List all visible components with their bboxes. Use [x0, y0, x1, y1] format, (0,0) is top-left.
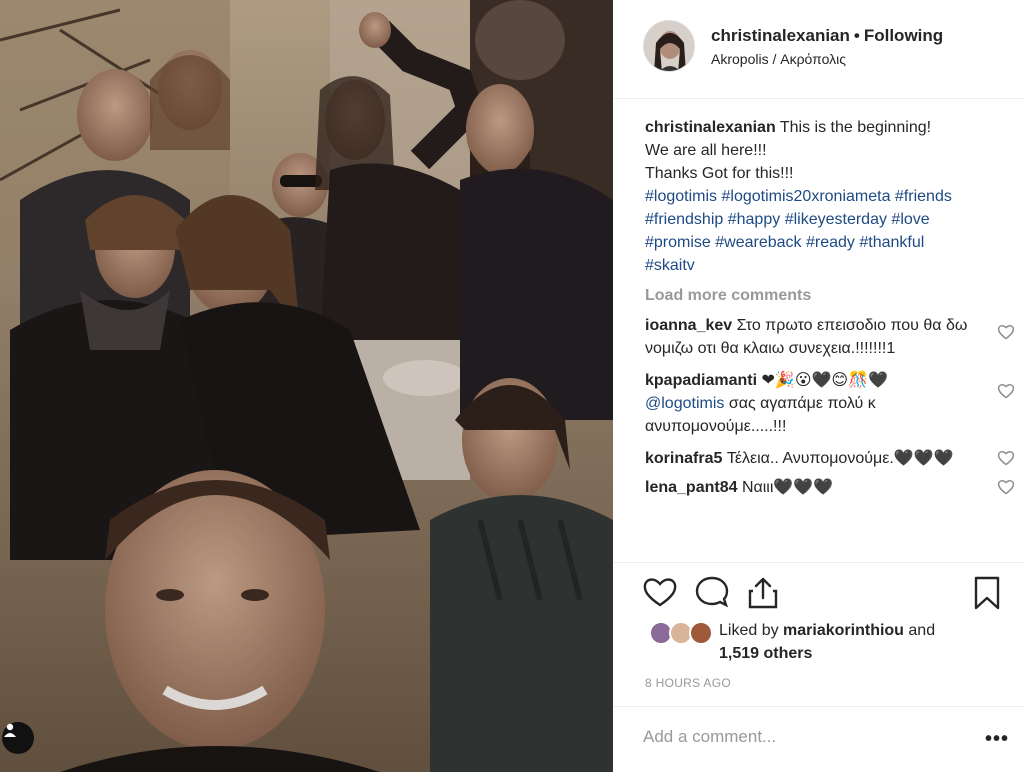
- hashtag-link[interactable]: #promise: [645, 234, 711, 251]
- person-tag-icon: [4, 723, 16, 737]
- add-comment-input[interactable]: [643, 722, 963, 752]
- hashtag-link[interactable]: #thankful: [859, 234, 924, 251]
- comments-list: christinalexanian This is the beginning!…: [645, 116, 1015, 499]
- hashtag-link[interactable]: #likeyesterday: [785, 211, 887, 228]
- comment-item: korinafra5 Τέλεια.. Ανυπομονούμε.🖤🖤🖤: [645, 447, 1015, 470]
- hashtag-link[interactable]: #friends: [895, 188, 952, 205]
- post-photo[interactable]: [0, 0, 613, 772]
- divider: [613, 98, 1024, 99]
- hashtag-link[interactable]: #logotimis: [645, 188, 717, 205]
- comment-username[interactable]: lena_pant84: [645, 479, 737, 496]
- comment-emoji: ❤🎉😮🖤😊🎊🖤: [761, 372, 888, 389]
- comment-like-heart-icon[interactable]: [997, 479, 1015, 495]
- header-username-row: christinalexanian • Following: [711, 26, 943, 46]
- load-more-comments-button[interactable]: Load more comments: [645, 287, 1015, 305]
- divider: [613, 706, 1024, 707]
- comment-like-heart-icon[interactable]: [997, 383, 1015, 399]
- likes-others-link[interactable]: 1,519 others: [719, 645, 812, 662]
- likes-prefix: Liked by: [719, 622, 779, 639]
- post-timestamp[interactable]: 8 HOURS AGO: [645, 676, 731, 690]
- likes-summary: Liked by mariakorinthiou and 1,519 other…: [649, 619, 1009, 669]
- comment-text: Ναιιι🖤🖤🖤: [741, 479, 834, 496]
- hashtag-link[interactable]: #friendship: [645, 211, 723, 228]
- speech-bubble-icon[interactable]: [695, 576, 729, 608]
- profile-photo-icon: [644, 21, 694, 71]
- comment-username[interactable]: ioanna_kev: [645, 317, 732, 334]
- hashtag-link[interactable]: #happy: [728, 211, 781, 228]
- comment-item: kpapadiamanti ❤🎉😮🖤😊🎊🖤 @logotimis σας αγα…: [645, 369, 1015, 438]
- post-action-bar: [643, 576, 1005, 612]
- comment-username[interactable]: kpapadiamanti: [645, 372, 757, 389]
- comment-like-heart-icon[interactable]: [997, 450, 1015, 466]
- hashtag-link[interactable]: #love: [891, 211, 929, 228]
- hashtag-link[interactable]: #logotimis20xroniameta: [721, 188, 890, 205]
- caption-line-1: This is the beginning!: [779, 119, 932, 136]
- hashtag-link[interactable]: #weareback: [715, 234, 801, 251]
- caption-line-3: Thanks Got for this!!!: [645, 165, 794, 182]
- post-header: christinalexanian • Following Akropolis / …: [643, 18, 995, 78]
- post-location[interactable]: Akropolis / Ακρόπολις: [711, 51, 846, 67]
- heart-icon[interactable]: [643, 576, 677, 608]
- hashtag-link[interactable]: #ready: [806, 234, 855, 251]
- caption-username[interactable]: christinalexanian: [645, 119, 776, 136]
- liker-username[interactable]: mariakorinthiou: [783, 622, 904, 639]
- more-options-button[interactable]: •••: [985, 728, 1009, 751]
- liker-avatar[interactable]: [689, 621, 713, 645]
- likes-joiner: and: [908, 622, 936, 639]
- follow-status-button[interactable]: Following: [864, 26, 943, 45]
- bookmark-icon[interactable]: [973, 576, 1001, 610]
- comment-item: lena_pant84 Ναιιι🖤🖤🖤: [645, 476, 1015, 499]
- avatar[interactable]: [643, 20, 695, 72]
- likes-text: Liked by mariakorinthiou and 1,519 other…: [719, 619, 1009, 665]
- separator-dot: •: [853, 26, 860, 45]
- post-side-panel: christinalexanian • Following Akropolis / …: [613, 0, 1024, 772]
- share-icon[interactable]: [747, 576, 779, 610]
- post-caption: christinalexanian This is the beginning!…: [645, 116, 1015, 277]
- comment-username[interactable]: korinafra5: [645, 450, 722, 467]
- caption-line-2: We are all here!!!: [645, 142, 767, 159]
- comment-item: ioanna_kev Στο πρωτο επεισοδιο που θα δω…: [645, 314, 1015, 360]
- comment-text: Τέλεια.. Ανυπομονούμε.🖤🖤🖤: [726, 450, 954, 467]
- group-selfie-photo: [0, 0, 613, 772]
- tagged-people-button[interactable]: [2, 722, 34, 754]
- post-author-username[interactable]: christinalexanian: [711, 26, 850, 45]
- comment-like-heart-icon[interactable]: [997, 324, 1015, 340]
- comment-mention-link[interactable]: @logotimis: [645, 395, 724, 412]
- hashtag-link[interactable]: #skaitv: [645, 257, 695, 274]
- divider: [613, 562, 1024, 563]
